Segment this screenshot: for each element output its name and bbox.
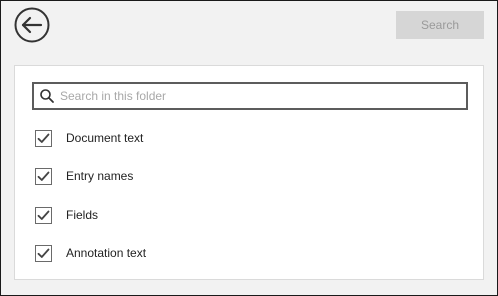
- search-options-panel: Document text Entry names Fields: [14, 65, 484, 280]
- option-label: Document text: [66, 131, 144, 145]
- document-text-checkbox[interactable]: [35, 129, 52, 147]
- option-label: Fields: [66, 208, 99, 222]
- fields-checkbox[interactable]: [35, 206, 52, 224]
- option-label: Annotation text: [66, 246, 147, 260]
- back-button[interactable]: [14, 7, 50, 43]
- option-document-text[interactable]: Document text: [35, 128, 143, 148]
- arrow-left-circle-icon: [14, 7, 50, 43]
- annotation-text-checkbox[interactable]: [35, 244, 52, 262]
- option-fields[interactable]: Fields: [35, 205, 98, 225]
- option-entry-names[interactable]: Entry names: [35, 166, 133, 186]
- search-box[interactable]: [32, 82, 468, 110]
- search-button[interactable]: Search: [396, 11, 484, 39]
- option-label: Entry names: [66, 169, 134, 183]
- search-input[interactable]: [60, 86, 440, 106]
- search-dialog: Search Document text: [0, 0, 498, 296]
- checkmark-icon: [37, 248, 50, 258]
- option-annotation-text[interactable]: Annotation text: [35, 243, 146, 263]
- entry-names-checkbox[interactable]: [35, 167, 52, 185]
- search-icon: [39, 88, 55, 104]
- checkmark-icon: [37, 133, 50, 143]
- checkmark-icon: [37, 210, 50, 220]
- checkmark-icon: [37, 171, 50, 181]
